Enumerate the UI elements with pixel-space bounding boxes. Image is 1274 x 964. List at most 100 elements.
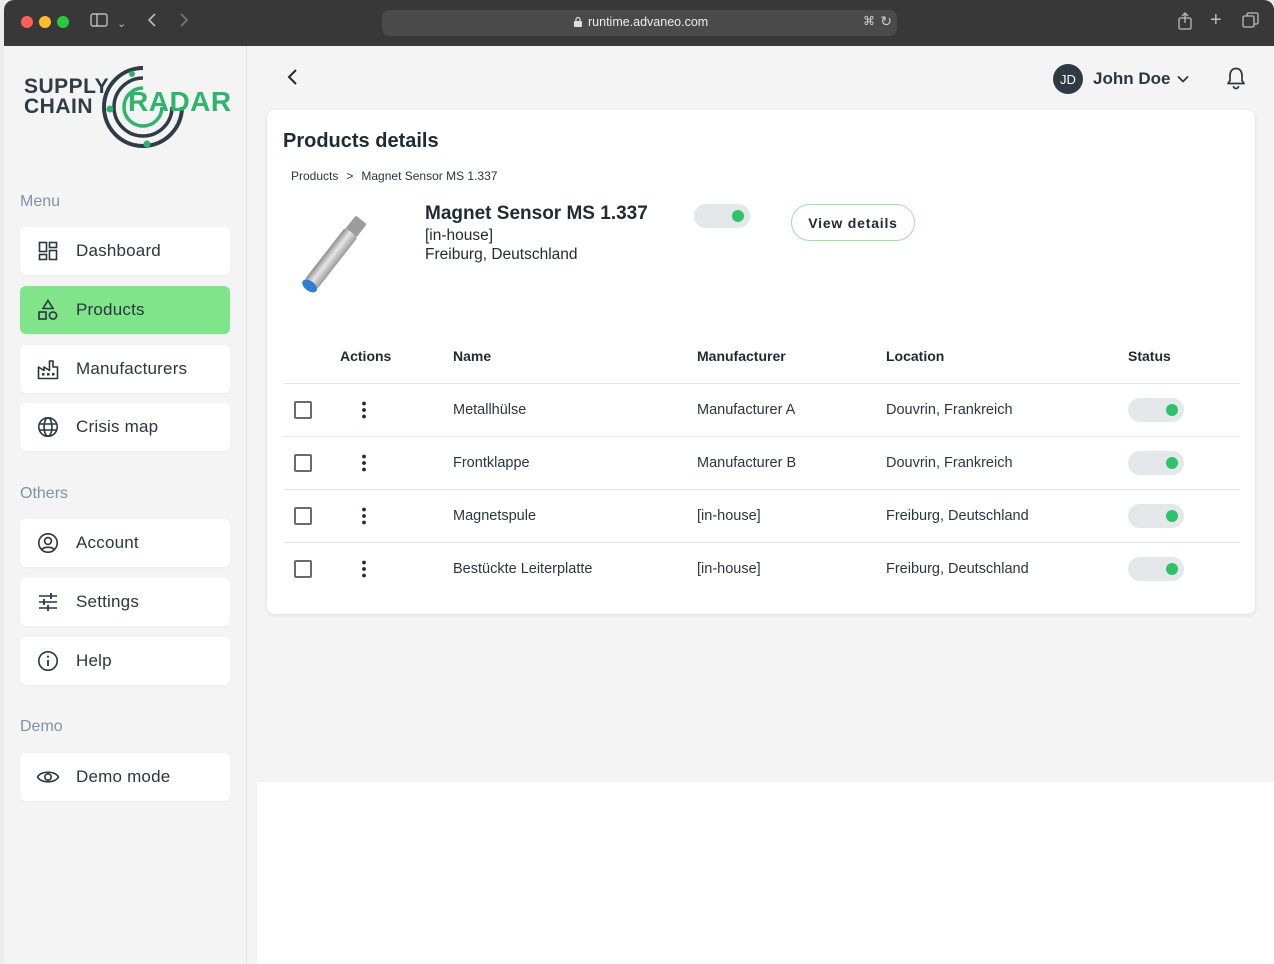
cell-location: Freiburg, Deutschland	[886, 561, 1029, 577]
nav-item-label: Help	[76, 651, 112, 670]
cell-manufacturer: [in-house]	[697, 508, 761, 524]
more-vertical-icon[interactable]	[357, 559, 371, 579]
more-vertical-icon[interactable]	[357, 453, 371, 473]
nav-item-label: Dashboard	[76, 241, 161, 260]
minimize-window-button[interactable]	[39, 16, 51, 28]
toggle-knob	[1166, 510, 1178, 522]
sidebar-toggle-icon[interactable]	[90, 12, 108, 34]
column-header-location[interactable]: Location	[886, 348, 944, 364]
nav-item-products[interactable]: Products	[20, 286, 230, 334]
toggle-knob	[1166, 563, 1178, 575]
translate-icon[interactable]: ⌘	[863, 14, 875, 28]
status-toggle[interactable]	[1128, 504, 1184, 528]
browser-forward-icon[interactable]	[179, 12, 189, 34]
table-row: Metallhülse Manufacturer A Douvrin, Fran…	[283, 384, 1240, 437]
logo-word-chain: CHAIN	[24, 95, 93, 118]
nav-item-manufacturers[interactable]: Manufacturers	[20, 345, 230, 393]
nav-item-demo-mode[interactable]: Demo mode	[20, 753, 230, 801]
product-image	[302, 216, 367, 293]
nav-item-label: Settings	[76, 592, 140, 611]
url-text: runtime.advaneo.com	[588, 15, 709, 29]
close-window-button[interactable]	[21, 16, 33, 28]
breadcrumb-products-link[interactable]: Products	[291, 169, 338, 183]
components-table: Actions Name Manufacturer Location Statu…	[283, 332, 1240, 596]
back-arrow-icon[interactable]	[283, 66, 303, 88]
user-menu[interactable]: JD John Doe	[1053, 64, 1190, 94]
content-background	[257, 782, 1274, 964]
nav-item-label: Demo mode	[76, 767, 171, 786]
address-bar[interactable]: runtime.advaneo.com ⌘ ↻	[382, 10, 897, 36]
status-toggle[interactable]	[1128, 451, 1184, 475]
nav-item-label: Account	[76, 533, 139, 552]
column-header-name[interactable]: Name	[453, 348, 491, 364]
product-location: Freiburg, Deutschland	[425, 246, 578, 263]
sliders-icon	[36, 590, 60, 614]
eye-icon	[36, 765, 60, 789]
cell-name: Metallhülse	[453, 402, 527, 418]
user-name: John Doe	[1093, 69, 1171, 88]
row-checkbox[interactable]	[294, 454, 312, 472]
browser-titlebar: ⌄ runtime.advaneo.com ⌘ ↻ +	[4, 0, 1274, 46]
table-row: Magnetspule [in-house] Freiburg, Deutsch…	[283, 490, 1240, 543]
breadcrumb-current: Magnet Sensor MS 1.337	[361, 169, 498, 183]
more-vertical-icon[interactable]	[357, 400, 371, 420]
sidebar: SUPPLY CHAIN RADAR Menu Dashboard Produc…	[4, 46, 247, 964]
column-header-status[interactable]: Status	[1128, 348, 1171, 364]
account-icon	[36, 531, 60, 555]
row-checkbox[interactable]	[294, 401, 312, 419]
products-icon	[36, 298, 60, 322]
more-vertical-icon[interactable]	[357, 506, 371, 526]
maximize-window-button[interactable]	[57, 16, 69, 28]
cell-location: Freiburg, Deutschland	[886, 508, 1029, 524]
column-header-manufacturer[interactable]: Manufacturer	[697, 348, 786, 364]
tab-overview-icon[interactable]	[1242, 12, 1259, 35]
chevron-down-icon	[1177, 75, 1190, 83]
nav-item-dashboard[interactable]: Dashboard	[20, 227, 230, 275]
logo-word-supply: SUPPLY	[24, 75, 110, 98]
menu-section-label: Menu	[20, 193, 61, 210]
info-icon	[36, 649, 60, 673]
toggle-knob	[732, 210, 744, 222]
main-content: JD John Doe Products details Products > …	[247, 46, 1274, 964]
cell-name: Magnetspule	[453, 508, 537, 524]
cell-manufacturer: Manufacturer A	[697, 402, 796, 418]
chevron-down-icon[interactable]: ⌄	[117, 14, 126, 34]
nav-item-crisis-map[interactable]: Crisis map	[20, 403, 230, 451]
avatar: JD	[1053, 64, 1083, 94]
row-checkbox[interactable]	[294, 507, 312, 525]
nav-item-account[interactable]: Account	[20, 519, 230, 567]
page-title: Products details	[283, 130, 439, 152]
nav-item-label: Manufacturers	[76, 359, 188, 378]
cell-manufacturer: [in-house]	[697, 561, 761, 577]
row-checkbox[interactable]	[294, 560, 312, 578]
share-icon[interactable]	[1177, 12, 1193, 36]
table-row: Frontklappe Manufacturer B Douvrin, Fran…	[283, 437, 1240, 490]
breadcrumb: Products > Magnet Sensor MS 1.337	[291, 169, 497, 183]
new-tab-icon[interactable]: +	[1210, 10, 1222, 30]
factory-icon	[36, 357, 60, 381]
table-header: Actions Name Manufacturer Location Statu…	[283, 332, 1240, 384]
browser-back-icon[interactable]	[147, 12, 157, 34]
breadcrumb-separator: >	[346, 169, 354, 183]
cell-name: Frontklappe	[453, 455, 530, 471]
product-details-card: Products details Products > Magnet Senso…	[267, 110, 1255, 614]
status-toggle[interactable]	[1128, 557, 1184, 581]
cell-location: Douvrin, Frankreich	[886, 455, 1013, 471]
nav-item-help[interactable]: Help	[20, 637, 230, 685]
view-details-button[interactable]: View details	[791, 204, 915, 241]
nav-item-label: Crisis map	[76, 417, 159, 436]
others-section-label: Others	[20, 485, 69, 502]
dashboard-icon	[36, 239, 60, 263]
globe-icon	[36, 415, 60, 439]
product-source: [in-house]	[425, 227, 494, 244]
cell-manufacturer: Manufacturer B	[697, 455, 797, 471]
column-header-actions: Actions	[340, 348, 392, 364]
nav-item-settings[interactable]: Settings	[20, 578, 230, 626]
notification-bell-icon[interactable]	[1225, 66, 1247, 90]
reload-icon[interactable]: ↻	[880, 13, 892, 30]
status-toggle[interactable]	[1128, 398, 1184, 422]
product-active-toggle[interactable]	[694, 204, 750, 228]
cell-name: Bestückte Leiterplatte	[453, 561, 593, 577]
table-row: Bestückte Leiterplatte [in-house] Freibu…	[283, 543, 1240, 596]
supply-chain-radar-logo[interactable]: SUPPLY CHAIN RADAR	[22, 64, 232, 154]
